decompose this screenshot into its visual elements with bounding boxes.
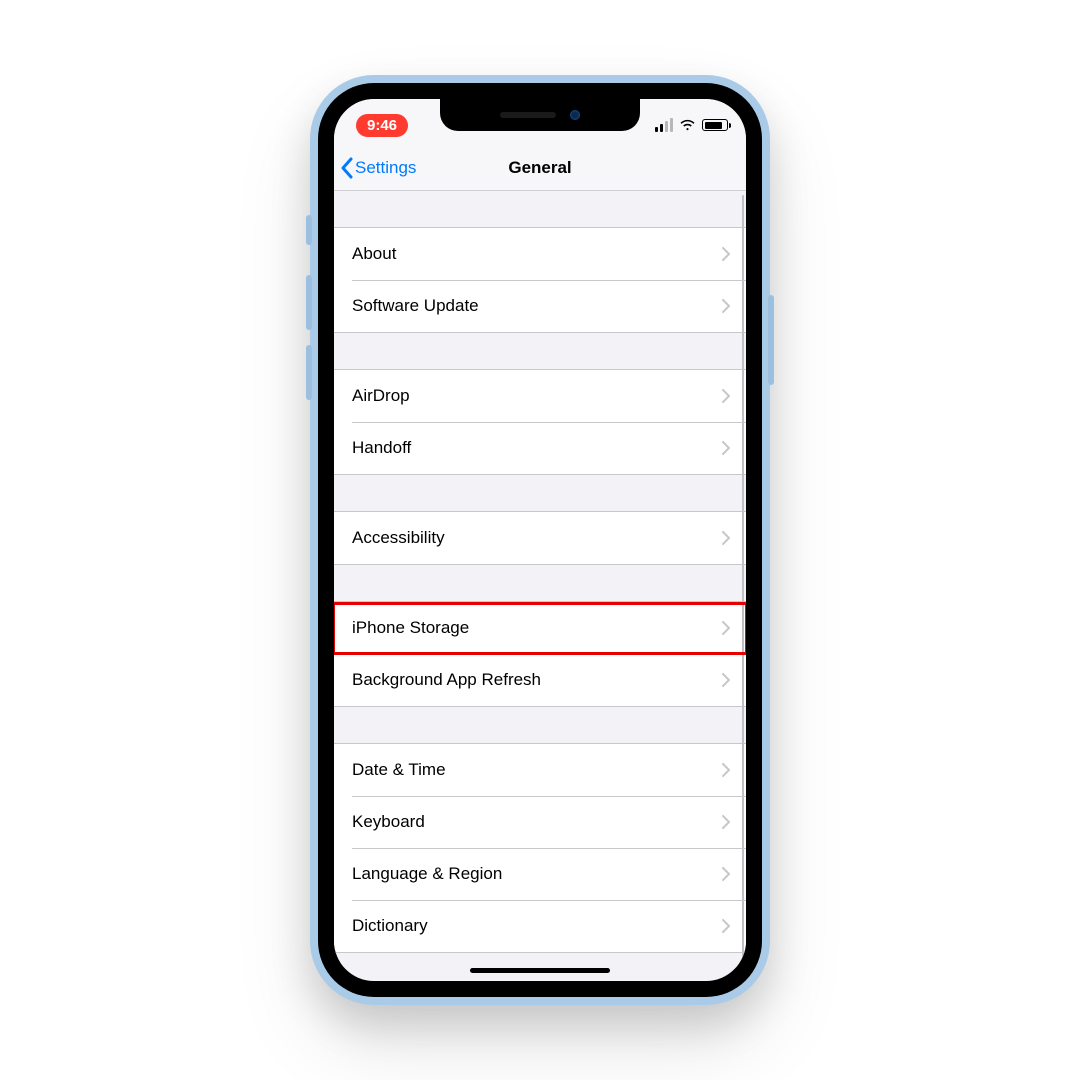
status-indicators	[655, 118, 728, 132]
row-background-app-refresh[interactable]: Background App Refresh	[334, 654, 746, 706]
row-iphone-storage[interactable]: iPhone Storage	[334, 602, 746, 654]
row-accessibility[interactable]: Accessibility	[334, 512, 746, 564]
chevron-right-icon	[722, 621, 730, 635]
chevron-right-icon	[722, 815, 730, 829]
screen: 9:46	[334, 99, 746, 981]
row-about[interactable]: About	[334, 228, 746, 280]
row-label: AirDrop	[352, 386, 410, 406]
chevron-right-icon	[722, 919, 730, 933]
row-label: Language & Region	[352, 864, 502, 884]
section-storage: iPhone Storage Background App Refresh	[334, 601, 746, 707]
row-label: Software Update	[352, 296, 479, 316]
section-airdrop: AirDrop Handoff	[334, 369, 746, 475]
row-label: Accessibility	[352, 528, 445, 548]
section-gap	[334, 475, 746, 511]
section-gap	[334, 333, 746, 369]
phone-bezel: 9:46	[318, 83, 762, 997]
chevron-left-icon	[340, 157, 353, 179]
row-date-time[interactable]: Date & Time	[334, 744, 746, 796]
phone-volume-down	[306, 345, 312, 400]
wifi-icon	[679, 119, 696, 131]
row-label: Background App Refresh	[352, 670, 541, 690]
section-gap	[334, 707, 746, 743]
status-time-recording[interactable]: 9:46	[356, 114, 408, 137]
row-label: iPhone Storage	[352, 618, 469, 638]
row-label: Date & Time	[352, 760, 446, 780]
battery-icon	[702, 119, 728, 131]
section-about: About Software Update	[334, 227, 746, 333]
section-gap	[334, 565, 746, 601]
chevron-right-icon	[722, 299, 730, 313]
settings-list[interactable]: About Software Update	[334, 191, 746, 981]
back-label: Settings	[355, 158, 416, 178]
section-gap	[334, 191, 746, 227]
chevron-right-icon	[722, 389, 730, 403]
row-airdrop[interactable]: AirDrop	[334, 370, 746, 422]
row-label: Dictionary	[352, 916, 428, 936]
chevron-right-icon	[722, 867, 730, 881]
nav-title: General	[508, 158, 571, 178]
back-button[interactable]: Settings	[340, 145, 416, 190]
row-label: Keyboard	[352, 812, 425, 832]
phone-volume-up	[306, 275, 312, 330]
cellular-signal-icon	[655, 118, 673, 132]
nav-bar: Settings General	[334, 145, 746, 191]
chevron-right-icon	[722, 763, 730, 777]
notch	[440, 99, 640, 131]
row-label: About	[352, 244, 396, 264]
home-indicator[interactable]	[470, 968, 610, 973]
row-language-region[interactable]: Language & Region	[334, 848, 746, 900]
front-camera	[570, 110, 580, 120]
phone-silence-switch	[306, 215, 312, 245]
row-label: Handoff	[352, 438, 411, 458]
chevron-right-icon	[722, 673, 730, 687]
chevron-right-icon	[722, 247, 730, 261]
section-locale: Date & Time Keyboard Language & Region	[334, 743, 746, 953]
row-keyboard[interactable]: Keyboard	[334, 796, 746, 848]
phone-power-button	[768, 295, 774, 385]
speaker-grille	[500, 112, 556, 118]
chevron-right-icon	[722, 441, 730, 455]
row-software-update[interactable]: Software Update	[334, 280, 746, 332]
section-accessibility: Accessibility	[334, 511, 746, 565]
chevron-right-icon	[722, 531, 730, 545]
row-handoff[interactable]: Handoff	[334, 422, 746, 474]
phone-frame: 9:46	[310, 75, 770, 1005]
row-dictionary[interactable]: Dictionary	[334, 900, 746, 952]
